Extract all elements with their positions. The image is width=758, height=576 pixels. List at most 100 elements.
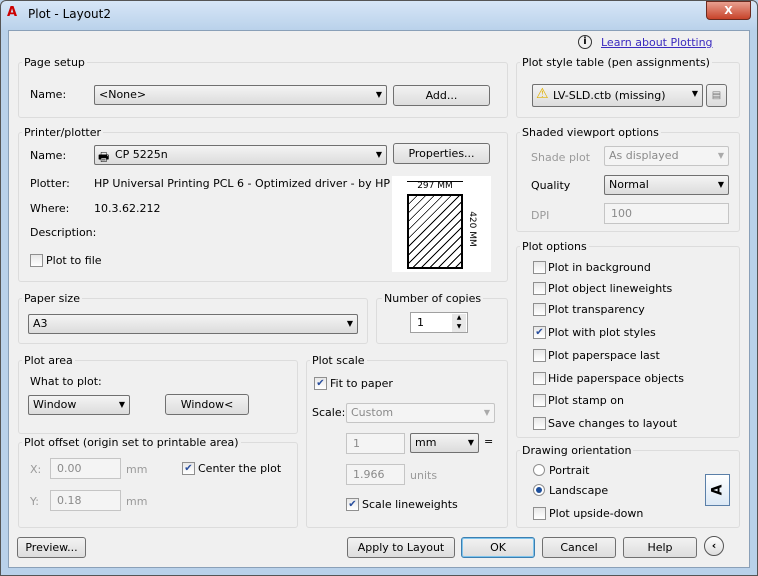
plotter-value: HP Universal Printing PCL 6 - Optimized …	[94, 177, 391, 190]
plot-option-checkbox[interactable]	[533, 261, 546, 274]
window-button[interactable]: Window<	[165, 394, 249, 415]
center-plot-checkbox[interactable]: ✔	[182, 462, 195, 475]
plot-offset-legend: Plot offset (origin set to printable are…	[22, 436, 241, 449]
center-plot-label: Center the plot	[198, 462, 282, 475]
scale-unit-select[interactable]: mm	[410, 433, 479, 453]
dpi-input[interactable]: 100	[604, 203, 729, 224]
page-setup-legend: Page setup	[22, 56, 87, 69]
page-setup-name-label: Name:	[30, 88, 67, 101]
units-label: units	[410, 469, 438, 482]
copies-value: 1	[417, 316, 424, 329]
fit-to-paper-label: Fit to paper	[330, 377, 393, 390]
autocad-logo-icon: A	[7, 5, 18, 20]
paper-size-legend: Paper size	[22, 292, 82, 305]
y-label: Y:	[30, 495, 39, 508]
scale-units-input[interactable]: 1.966	[346, 464, 405, 485]
description-label: Description:	[30, 226, 97, 239]
plot-options-group	[516, 246, 740, 438]
x-offset-input[interactable]: 0.00	[50, 458, 121, 479]
plot-options-legend: Plot options	[520, 240, 589, 253]
cancel-button[interactable]: Cancel	[542, 537, 616, 558]
landscape-radio[interactable]	[533, 484, 545, 496]
shade-plot-select[interactable]: As displayed	[604, 146, 729, 166]
plot-option-label: Save changes to layout	[548, 417, 678, 430]
plotter-label: Plotter:	[30, 177, 70, 190]
where-value: 10.3.62.212	[94, 202, 161, 215]
collapse-options-icon[interactable]: ‹	[704, 536, 724, 556]
scale-lineweights-checkbox[interactable]: ✔	[346, 498, 359, 511]
plot-option-checkbox[interactable]	[533, 372, 546, 385]
spin-up-icon[interactable]: ▲	[452, 314, 466, 323]
plot-option-label: Hide paperspace objects	[548, 372, 684, 385]
what-to-plot-label: What to plot:	[30, 375, 102, 388]
page-setup-name-select[interactable]: <None>	[94, 85, 387, 105]
fit-to-paper-checkbox[interactable]: ✔	[314, 377, 327, 390]
equals-label: =	[484, 435, 494, 448]
y-offset-input[interactable]: 0.18	[50, 490, 121, 511]
help-button[interactable]: Help	[623, 537, 697, 558]
plot-scale-legend: Plot scale	[310, 354, 367, 367]
apply-to-layout-button[interactable]: Apply to Layout	[347, 537, 455, 558]
info-icon: i	[578, 35, 592, 49]
shade-plot-label: Shade plot	[531, 151, 591, 164]
copies-spinner[interactable]: 1 ▲ ▼	[410, 312, 468, 333]
learn-about-plotting-link[interactable]: Learn about Plotting	[601, 36, 713, 49]
quality-label: Quality	[531, 179, 571, 192]
dpi-label: DPI	[531, 209, 550, 222]
plot-option-checkbox[interactable]: ✔	[533, 326, 546, 339]
printer-name-value: CP 5225n	[115, 148, 168, 161]
portrait-label: Portrait	[549, 464, 590, 477]
window-title: Plot - Layout2	[28, 7, 112, 21]
paper-hatch	[407, 194, 463, 269]
portrait-radio[interactable]	[533, 464, 545, 476]
plot-option-label: Plot in background	[548, 261, 651, 274]
spin-down-icon[interactable]: ▼	[452, 323, 466, 332]
printer-icon: 🖶	[98, 150, 110, 164]
plot-style-select[interactable]: LV-SLD.ctb (missing)	[532, 84, 703, 107]
preview-width-label: 297 MM	[407, 181, 463, 191]
x-unit-label: mm	[126, 463, 148, 476]
x-label: X:	[30, 463, 42, 476]
edit-plot-style-button[interactable]: ▤	[706, 84, 727, 107]
scale-lineweights-label: Scale lineweights	[362, 498, 458, 511]
paper-preview: 297 MM 420 MM	[392, 176, 491, 272]
properties-button[interactable]: Properties...	[393, 143, 490, 164]
close-button[interactable]: X	[706, 1, 751, 20]
plot-option-checkbox[interactable]	[533, 417, 546, 430]
orientation-legend: Drawing orientation	[520, 444, 634, 457]
plot-offset-group	[18, 442, 298, 528]
plot-option-label: Plot with plot styles	[548, 326, 656, 339]
what-to-plot-select[interactable]: Window	[28, 395, 130, 415]
plot-option-label: Plot stamp on	[548, 394, 624, 407]
scale-paper-input[interactable]: 1	[346, 433, 405, 454]
plot-option-label: Plot paperspace last	[548, 349, 660, 362]
plot-style-value: LV-SLD.ctb (missing)	[553, 89, 666, 102]
plot-to-file-checkbox[interactable]	[30, 254, 43, 267]
preview-button[interactable]: Preview...	[17, 537, 86, 558]
warning-icon: ⚠	[536, 86, 549, 102]
printer-legend: Printer/plotter	[22, 126, 103, 139]
ok-button[interactable]: OK	[461, 537, 535, 558]
plot-style-legend: Plot style table (pen assignments)	[520, 56, 712, 69]
landscape-label: Landscape	[549, 484, 609, 497]
scale-label: Scale:	[312, 406, 346, 419]
paper-size-select[interactable]: A3	[28, 314, 358, 334]
quality-select[interactable]: Normal	[604, 175, 729, 195]
plot-option-checkbox[interactable]	[533, 349, 546, 362]
preview-height-label: 420 MM	[466, 211, 477, 247]
printer-name-label: Name:	[30, 149, 67, 162]
add-button[interactable]: Add...	[393, 85, 490, 106]
upside-down-checkbox[interactable]	[533, 507, 546, 520]
plot-area-legend: Plot area	[22, 354, 75, 367]
where-label: Where:	[30, 202, 70, 215]
plot-option-checkbox[interactable]	[533, 303, 546, 316]
plot-option-checkbox[interactable]	[533, 282, 546, 295]
plot-option-label: Plot object lineweights	[548, 282, 673, 295]
copies-legend: Number of copies	[382, 292, 484, 305]
y-unit-label: mm	[126, 495, 148, 508]
plot-option-checkbox[interactable]	[533, 394, 546, 407]
printer-name-select[interactable]: CP 5225n	[94, 145, 387, 165]
scale-select[interactable]: Custom	[346, 403, 495, 423]
orientation-letter: A	[709, 484, 726, 496]
shaded-viewport-legend: Shaded viewport options	[520, 126, 661, 139]
